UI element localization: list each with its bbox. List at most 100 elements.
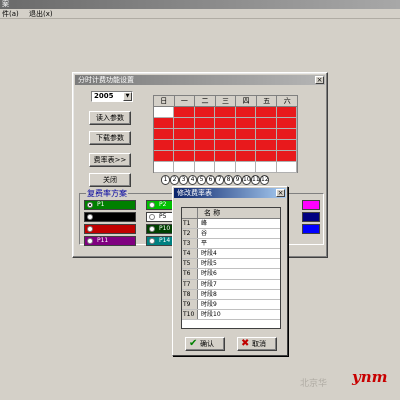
rate-name-cell[interactable]: 时段5 — [198, 259, 280, 268]
calendar-day-cell[interactable] — [194, 107, 216, 118]
calendar-day-cell[interactable] — [276, 140, 297, 151]
month-button[interactable]: 5 — [197, 175, 206, 185]
table-row[interactable]: T3 平 — [182, 239, 280, 250]
menu-item-exit[interactable]: 退出(x) — [29, 10, 53, 18]
table-row[interactable]: T4 时段4 — [182, 249, 280, 260]
calendar-day-cell[interactable] — [154, 129, 175, 140]
color-swatch[interactable] — [302, 212, 320, 222]
download-params-button[interactable]: 下载参数 — [89, 131, 131, 145]
month-button[interactable]: 4 — [188, 175, 197, 185]
month-button[interactable]: 2 — [170, 175, 179, 185]
rate-name-cell[interactable]: 时段10 — [198, 310, 280, 319]
close-icon[interactable]: × — [276, 189, 285, 197]
calendar-day-cell[interactable] — [276, 107, 297, 118]
calendar-day-cell[interactable] — [154, 118, 175, 129]
calendar-day-cell[interactable] — [235, 118, 257, 129]
calendar-day-cell[interactable] — [194, 162, 216, 173]
calendar-day-cell[interactable] — [154, 151, 175, 162]
calendar-day-cell[interactable] — [215, 107, 236, 118]
table-row[interactable]: T6 时段6 — [182, 269, 280, 280]
calendar-day-cell[interactable] — [194, 118, 216, 129]
calendar-day-cell[interactable] — [174, 151, 195, 162]
chevron-down-icon[interactable]: ▼ — [123, 92, 132, 101]
calendar-day-cell[interactable] — [235, 107, 257, 118]
rate-name-cell[interactable]: 时段9 — [198, 300, 280, 309]
calendar-day-cell[interactable] — [174, 129, 195, 140]
scheme-label: P5 — [159, 213, 167, 220]
calendar-day-cell[interactable] — [174, 118, 195, 129]
rate-name-cell[interactable]: 平 — [198, 239, 280, 248]
color-swatch[interactable] — [302, 224, 320, 234]
table-row[interactable]: T8 时段8 — [182, 289, 280, 300]
calendar-day-cell[interactable] — [215, 151, 236, 162]
scheme-option[interactable]: P11 — [84, 236, 136, 246]
calendar-day-cell[interactable] — [235, 151, 257, 162]
weekday-wed: 三 — [215, 96, 237, 107]
calendar-day-cell[interactable] — [154, 107, 175, 118]
month-button[interactable]: 3 — [179, 175, 188, 185]
table-row[interactable]: T2 谷 — [182, 229, 280, 240]
calendar-day-cell[interactable] — [276, 162, 297, 173]
rate-name-cell[interactable]: 峰 — [198, 219, 280, 228]
rate-name-cell[interactable]: 时段4 — [198, 249, 280, 258]
rate-id-cell: T9 — [182, 299, 198, 309]
calendar-day-cell[interactable] — [154, 140, 175, 151]
calendar-day-cell[interactable] — [276, 151, 297, 162]
calendar-day-cell[interactable] — [174, 162, 195, 173]
table-row[interactable]: T5 时段5 — [182, 259, 280, 270]
month-button[interactable]: 6 — [206, 175, 215, 185]
color-swatch[interactable] — [302, 200, 320, 210]
month-button[interactable]: 7 — [215, 175, 224, 185]
month-button[interactable]: 9 — [233, 175, 242, 185]
calendar-day-cell[interactable] — [174, 107, 195, 118]
cancel-button[interactable]: ✖ 取消 — [237, 337, 277, 351]
calendar-day-cell[interactable] — [194, 151, 216, 162]
confirm-button[interactable]: ✔ 确认 — [185, 337, 225, 351]
weekday-fri: 五 — [256, 96, 278, 107]
menu-item-file[interactable]: 件(a) — [2, 10, 19, 18]
table-row[interactable]: T1 峰 — [182, 219, 280, 230]
close-icon[interactable]: × — [315, 76, 324, 84]
year-select[interactable]: 2005 ▼ — [91, 91, 133, 102]
close-button[interactable]: 关闭 — [89, 173, 131, 187]
calendar-day-cell[interactable] — [256, 118, 277, 129]
rate-id-cell: T4 — [182, 249, 198, 259]
calendar-day-cell[interactable] — [256, 129, 277, 140]
rate-name-cell[interactable]: 谷 — [198, 229, 280, 238]
month-button[interactable]: 12 — [260, 175, 269, 185]
calendar-day-cell[interactable] — [194, 129, 216, 140]
month-button[interactable]: 11 — [251, 175, 260, 185]
calendar-day-cell[interactable] — [215, 118, 236, 129]
table-row[interactable]: T9 时段9 — [182, 299, 280, 310]
rate-table-dialog: 修改费率表 × 名 称 T1 峰 T2 谷 T3 平 T4 时段4 T5 时段5 T6 时段6 T7 时段… — [172, 186, 288, 356]
calendar-day-cell[interactable] — [235, 129, 257, 140]
calendar-day-cell[interactable] — [215, 162, 236, 173]
month-button[interactable]: 10 — [242, 175, 251, 185]
rate-id-cell: T1 — [182, 219, 198, 229]
calendar-day-cell[interactable] — [154, 162, 175, 173]
calendar-day-cell[interactable] — [174, 140, 195, 151]
read-params-button[interactable]: 读入参数 — [89, 111, 131, 125]
rate-name-cell[interactable]: 时段8 — [198, 290, 280, 299]
calendar-day-cell[interactable] — [256, 107, 277, 118]
calendar-day-cell[interactable] — [215, 129, 236, 140]
scheme-option[interactable] — [84, 224, 136, 234]
calendar-day-cell[interactable] — [256, 140, 277, 151]
rate-name-cell[interactable]: 时段7 — [198, 280, 280, 289]
table-row[interactable]: T7 时段7 — [182, 279, 280, 290]
month-button[interactable]: 1 — [161, 175, 170, 185]
rate-table-button[interactable]: 费率表>> — [89, 153, 131, 167]
calendar-day-cell[interactable] — [215, 140, 236, 151]
rate-name-cell[interactable]: 时段6 — [198, 269, 280, 278]
scheme-option[interactable]: P1 — [84, 200, 136, 210]
calendar-day-cell[interactable] — [276, 129, 297, 140]
calendar-day-cell[interactable] — [276, 118, 297, 129]
calendar-day-cell[interactable] — [235, 140, 257, 151]
scheme-option[interactable] — [84, 212, 136, 222]
calendar-day-cell[interactable] — [256, 162, 277, 173]
table-row[interactable]: T10 时段10 — [182, 309, 280, 320]
calendar-day-cell[interactable] — [235, 162, 257, 173]
calendar-day-cell[interactable] — [194, 140, 216, 151]
calendar-day-cell[interactable] — [256, 151, 277, 162]
month-button[interactable]: 8 — [224, 175, 233, 185]
